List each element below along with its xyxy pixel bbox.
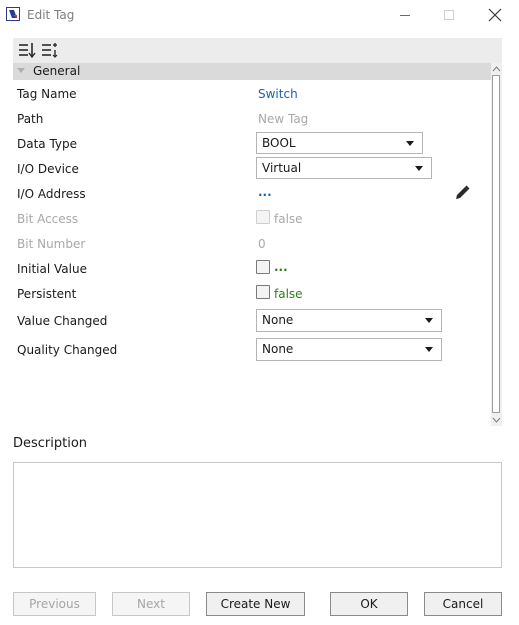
io-address-label: I/O Address (17, 187, 86, 201)
previous-button: Previous (13, 592, 96, 616)
bit-number-value: 0 (258, 237, 266, 251)
collapse-triangle-icon[interactable] (17, 68, 25, 73)
minimize-button[interactable] (382, 0, 428, 30)
initial-value-checkbox[interactable] (256, 260, 270, 274)
data-type-select[interactable]: BOOL (256, 132, 423, 154)
maximize-button (426, 0, 472, 30)
next-button: Next (112, 592, 190, 616)
maximize-icon (444, 10, 454, 20)
window-title: Edit Tag (27, 8, 75, 22)
io-address-value[interactable]: ... (258, 184, 272, 200)
pencil-icon[interactable] (453, 184, 471, 202)
tag-name-value[interactable]: Switch (258, 86, 298, 102)
create-new-button[interactable]: Create New (206, 592, 305, 616)
chevron-down-icon (415, 166, 423, 171)
description-label: Description (13, 436, 88, 451)
description-textarea[interactable] (13, 462, 502, 568)
close-icon (488, 8, 502, 22)
tag-name-label: Tag Name (17, 87, 77, 101)
value-changed-select[interactable]: None (256, 309, 442, 332)
cancel-button[interactable]: Cancel (424, 592, 502, 616)
value-changed-value: None (262, 313, 294, 327)
scroll-down-icon[interactable] (492, 416, 501, 424)
app-logo-icon (6, 7, 20, 21)
initial-value-value[interactable]: ... (274, 259, 288, 275)
ok-button[interactable]: OK (330, 592, 408, 616)
section-header-general[interactable] (13, 63, 491, 80)
property-grid-toolbar (13, 38, 502, 64)
io-device-label: I/O Device (17, 162, 79, 176)
initial-value-label: Initial Value (17, 262, 87, 276)
categorized-sort-icon[interactable] (41, 42, 59, 58)
persistent-value: false (274, 287, 303, 301)
data-type-value: BOOL (262, 136, 296, 150)
io-device-value: Virtual (262, 161, 302, 175)
quality-changed-value: None (262, 342, 294, 356)
bit-access-checkbox (256, 210, 270, 224)
io-device-select[interactable]: Virtual (256, 157, 432, 179)
chevron-down-icon (406, 141, 414, 146)
scrollbar-thumb[interactable] (492, 75, 500, 413)
bit-access-label: Bit Access (17, 212, 79, 226)
bit-number-label: Bit Number (17, 237, 86, 251)
bit-access-value: false (274, 212, 303, 226)
section-label: General (33, 64, 81, 78)
scroll-up-icon[interactable] (492, 65, 501, 73)
path-label: Path (17, 112, 44, 126)
path-value: New Tag (258, 112, 309, 126)
minimize-icon (400, 15, 410, 16)
quality-changed-select[interactable]: None (256, 338, 442, 361)
persistent-checkbox[interactable] (256, 285, 270, 299)
chevron-down-icon (425, 318, 433, 323)
chevron-down-icon (425, 347, 433, 352)
value-changed-label: Value Changed (17, 314, 108, 328)
data-type-label: Data Type (17, 137, 78, 151)
persistent-label: Persistent (17, 287, 77, 301)
sort-order-icon[interactable] (18, 42, 36, 58)
quality-changed-label: Quality Changed (17, 343, 118, 357)
close-button[interactable] (472, 0, 518, 30)
